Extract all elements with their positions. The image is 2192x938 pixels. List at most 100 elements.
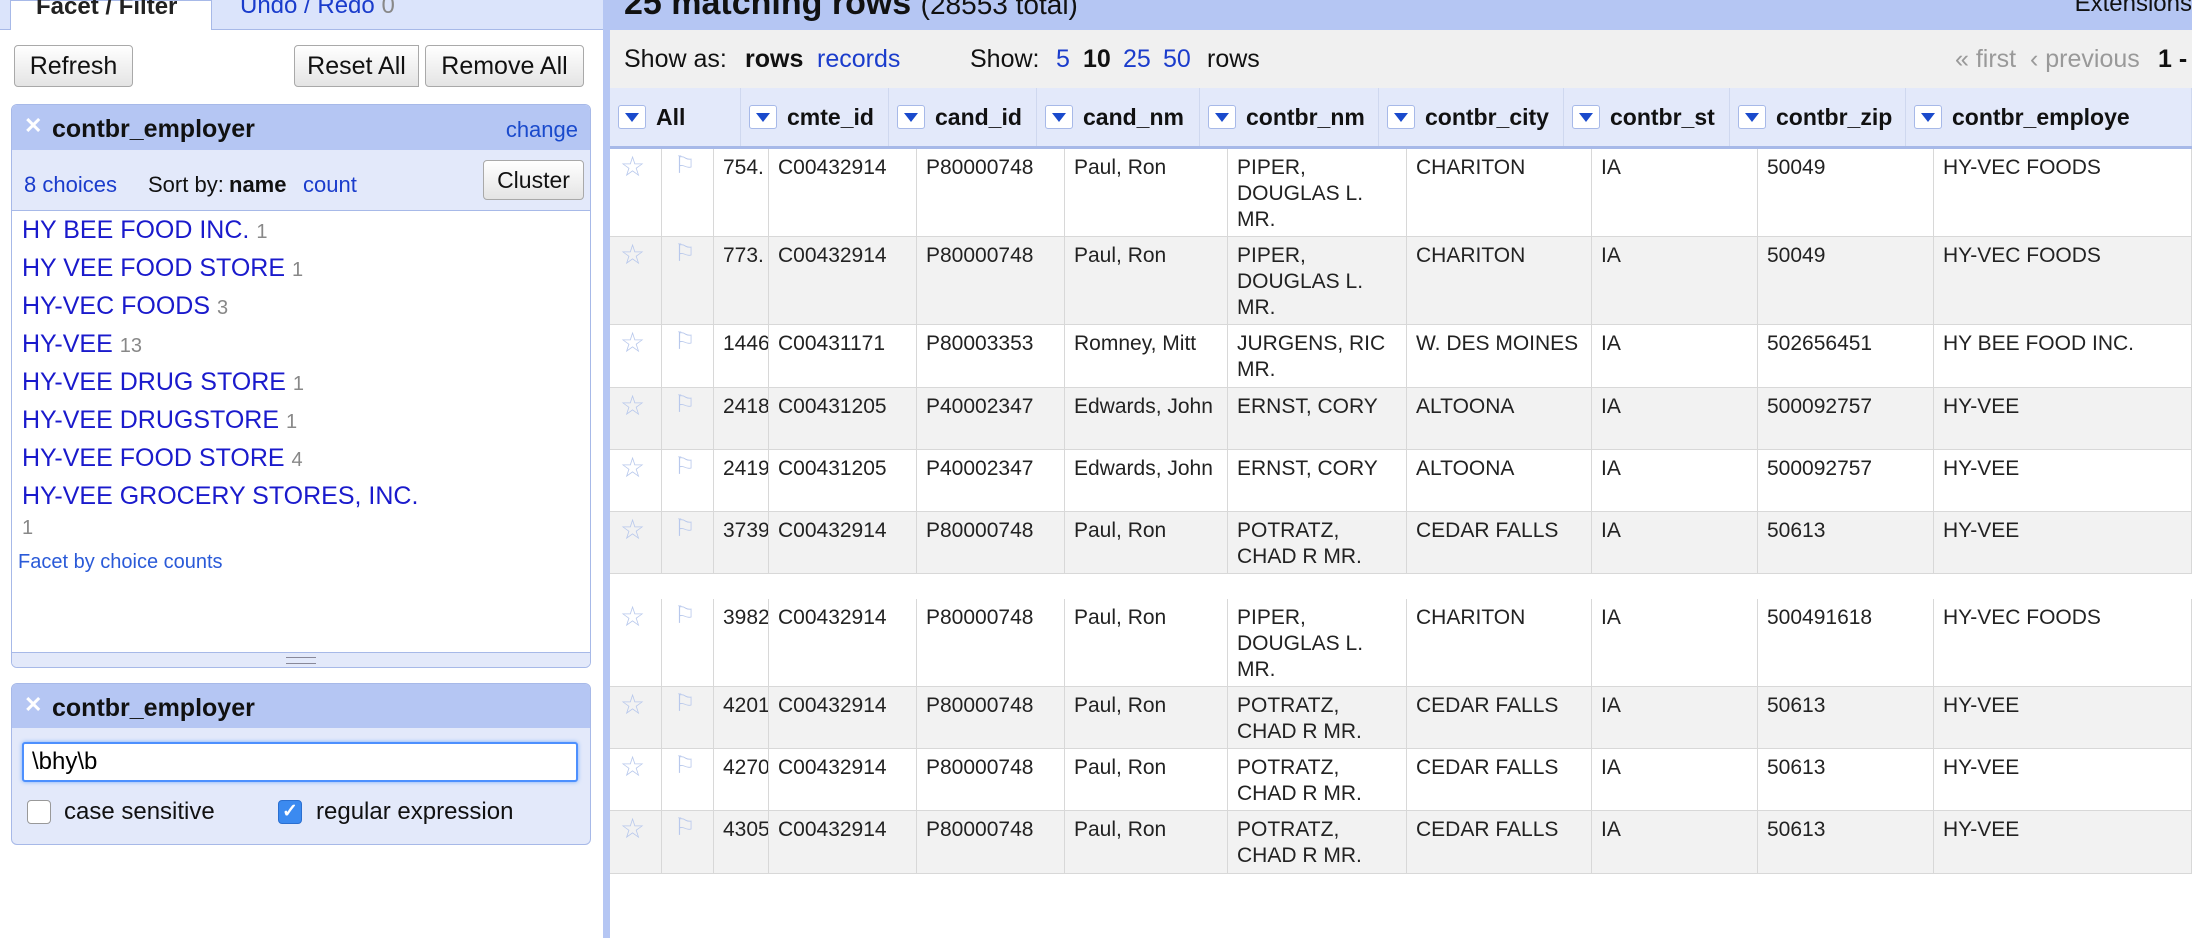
- flag-icon[interactable]: ⚐: [662, 325, 714, 387]
- tab-undo-redo[interactable]: Undo / Redo 0: [215, 0, 420, 29]
- cell-cmte-id: C00432914: [769, 599, 917, 686]
- panel-splitter[interactable]: [603, 0, 610, 938]
- column-header-label: cand_id: [935, 104, 1022, 130]
- star-icon[interactable]: ☆: [610, 450, 662, 511]
- facet-choice[interactable]: HY VEE FOOD STORE 1: [22, 253, 422, 285]
- star-icon[interactable]: ☆: [610, 811, 662, 873]
- column-menu-dropdown-icon[interactable]: [1045, 105, 1073, 129]
- grip-icon: [286, 657, 316, 664]
- cell-contbr-city: CHARITON: [1407, 149, 1592, 236]
- column-menu-dropdown-icon[interactable]: [1208, 105, 1236, 129]
- column-menu-dropdown-icon[interactable]: [1572, 105, 1600, 129]
- facet-choice[interactable]: HY-VEE FOOD STORE 4: [22, 443, 422, 475]
- facet-choice-count: 1: [256, 221, 268, 243]
- extensions-menu[interactable]: Extensions: [2075, 0, 2192, 18]
- facet-choice[interactable]: HY-VEE 13: [22, 329, 422, 361]
- column-menu-dropdown-icon[interactable]: [618, 105, 646, 129]
- cell-contbr-nm: ERNST, CORY: [1228, 450, 1407, 511]
- cell-cmte-id: C00432914: [769, 512, 917, 573]
- cell-contbr-nm: POTRATZ, CHAD R MR.: [1228, 687, 1407, 748]
- column-menu-dropdown-icon[interactable]: [749, 105, 777, 129]
- flag-icon[interactable]: ⚐: [662, 237, 714, 324]
- regular-expression-checkbox[interactable]: ✓: [278, 800, 302, 824]
- column-menu-dropdown-icon[interactable]: [1738, 105, 1766, 129]
- left-tab-bar: Facet / Filter Undo / Redo 0: [0, 0, 603, 30]
- facet-choice[interactable]: HY-VEE DRUGSTORE 1: [22, 405, 422, 437]
- star-icon[interactable]: ☆: [610, 325, 662, 387]
- star-icon[interactable]: ☆: [610, 599, 662, 686]
- column-menu-dropdown-icon[interactable]: [897, 105, 925, 129]
- row-index: 773.: [714, 237, 769, 324]
- row-index: 3982.: [714, 599, 769, 686]
- facet-change-link[interactable]: change: [506, 117, 578, 143]
- flag-icon[interactable]: ⚐: [662, 599, 714, 686]
- page-size-5[interactable]: 5: [1056, 45, 1070, 74]
- cell-contbr-employer: HY-VEE: [1934, 388, 2192, 449]
- flag-icon[interactable]: ⚐: [662, 749, 714, 810]
- previous-page-link[interactable]: ‹ previous: [2030, 45, 2140, 74]
- mode-rows[interactable]: rows: [745, 45, 803, 74]
- facet-by-choice-counts-link[interactable]: Facet by choice counts: [18, 551, 223, 574]
- star-icon[interactable]: ☆: [610, 149, 662, 236]
- star-icon[interactable]: ☆: [610, 388, 662, 449]
- mode-records-link[interactable]: records: [817, 45, 900, 74]
- cell-contbr-zip: 50613: [1758, 811, 1934, 873]
- cell-contbr-employer: HY-VEC FOODS: [1934, 149, 2192, 236]
- sort-by-count[interactable]: count: [303, 172, 357, 198]
- case-sensitive-checkbox[interactable]: [27, 800, 51, 824]
- table-row: ☆⚐2418.C00431205P40002347Edwards, JohnER…: [610, 388, 2192, 450]
- text-filter: ✕ contbr_employer case sensitive ✓ regul…: [11, 683, 591, 845]
- facet-resize-handle[interactable]: [12, 652, 590, 667]
- star-icon[interactable]: ☆: [610, 237, 662, 324]
- matching-rows-count: 25 matching rows: [624, 0, 912, 22]
- facet-choice[interactable]: HY-VEC FOODS 3: [22, 291, 422, 323]
- cell-cmte-id: C00432914: [769, 811, 917, 873]
- column-menu-dropdown-icon[interactable]: [1387, 105, 1415, 129]
- choices-count-link[interactable]: 8 choices: [24, 172, 117, 198]
- cell-contbr-city: CHARITON: [1407, 599, 1592, 686]
- cell-contbr-st: IA: [1592, 687, 1758, 748]
- cell-cmte-id: C00432914: [769, 149, 917, 236]
- star-icon[interactable]: ☆: [610, 749, 662, 810]
- facet-choice-label: HY-VEC FOODS: [22, 292, 211, 320]
- tab-facet-filter[interactable]: Facet / Filter: [10, 0, 212, 30]
- cell-cand-id: P80000748: [917, 811, 1065, 873]
- star-icon[interactable]: ☆: [610, 687, 662, 748]
- facet-choice[interactable]: HY BEE FOOD INC. 1: [22, 215, 422, 247]
- facet-choice[interactable]: HY-VEE DRUG STORE 1: [22, 367, 422, 399]
- page-size-50[interactable]: 50: [1163, 45, 1191, 74]
- star-icon[interactable]: ☆: [610, 512, 662, 573]
- flag-icon[interactable]: ⚐: [662, 388, 714, 449]
- cell-contbr-nm: ERNST, CORY: [1228, 388, 1407, 449]
- column-menu-dropdown-icon[interactable]: [1914, 105, 1942, 129]
- cell-contbr-city: CHARITON: [1407, 237, 1592, 324]
- flag-icon[interactable]: ⚐: [662, 512, 714, 573]
- first-page-link[interactable]: « first: [1955, 45, 2016, 74]
- cluster-button[interactable]: Cluster: [483, 160, 584, 200]
- flag-icon[interactable]: ⚐: [662, 811, 714, 873]
- cell-cand-id: P80000748: [917, 237, 1065, 324]
- page-size-25[interactable]: 25: [1123, 45, 1151, 74]
- flag-icon[interactable]: ⚐: [662, 149, 714, 236]
- tab-undo-redo-label: Undo / Redo: [240, 0, 375, 19]
- cell-contbr-employer: HY-VEE: [1934, 687, 2192, 748]
- cell-contbr-employer: HY-VEC FOODS: [1934, 237, 2192, 324]
- page-size-label: Show:: [970, 45, 1040, 73]
- remove-all-button[interactable]: Remove All: [425, 45, 584, 87]
- cell-contbr-employer: HY-VEC FOODS: [1934, 599, 2192, 686]
- close-icon[interactable]: ✕: [24, 113, 42, 139]
- refresh-button[interactable]: Refresh: [14, 45, 133, 87]
- flag-icon[interactable]: ⚐: [662, 450, 714, 511]
- facet-choice-count: 1: [22, 517, 34, 539]
- sort-by-name[interactable]: name: [229, 172, 286, 198]
- case-sensitive-label: case sensitive: [64, 798, 215, 825]
- filter-text-input[interactable]: [22, 742, 578, 782]
- cell-contbr-zip: 500092757: [1758, 450, 1934, 511]
- table-row: ☆ ⚐ 754. C00432914 P80000748 Paul, Ron PIPER, …: [610, 149, 2192, 237]
- facet-choice[interactable]: HY-VEE GROCERY STORES, INC. 1: [22, 481, 422, 543]
- close-icon[interactable]: ✕: [24, 692, 42, 718]
- reset-all-button[interactable]: Reset All: [294, 45, 419, 87]
- flag-icon[interactable]: ⚐: [662, 687, 714, 748]
- cell-cand-nm: Paul, Ron: [1065, 512, 1228, 573]
- page-size-10[interactable]: 10: [1083, 45, 1111, 74]
